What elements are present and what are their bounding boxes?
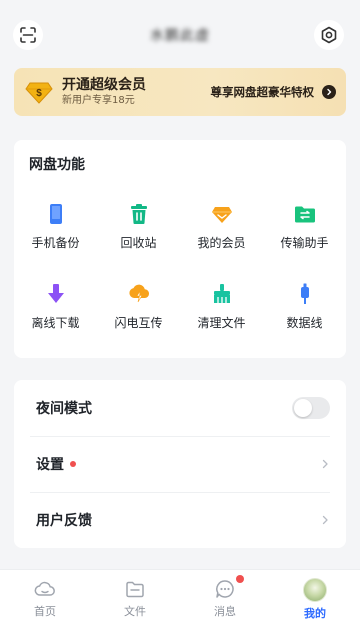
- chevron-right-icon: [322, 459, 328, 469]
- offline-download-icon: [47, 284, 64, 303]
- night-mode-row: 夜间模式: [14, 380, 346, 436]
- settings-gear-icon: [321, 26, 337, 44]
- feedback-label: 用户反馈: [36, 513, 92, 529]
- functions-title: 网盘功能: [29, 157, 85, 173]
- function-label: 手机备份: [31, 236, 80, 250]
- settings-label: 设置: [36, 457, 64, 473]
- svg-text:$: $: [36, 88, 42, 99]
- tab-files[interactable]: 文件: [90, 570, 180, 621]
- function-label: 我的会员: [197, 236, 246, 250]
- vip-title: 开通超级会员: [62, 77, 146, 93]
- night-mode-label: 夜间模式: [36, 401, 92, 417]
- night-mode-toggle[interactable]: [292, 397, 330, 419]
- vip-subtitle: 新用户专享18元: [62, 95, 135, 106]
- username[interactable]: 水鹏此虚: [0, 25, 360, 45]
- folder-icon: [126, 581, 144, 598]
- settings-row[interactable]: 设置: [14, 436, 346, 492]
- vip-privilege-text: 尊享网盘超豪华特权: [210, 85, 315, 99]
- toggle-knob: [294, 399, 312, 417]
- function-label: 传输助手: [280, 236, 329, 250]
- phone-backup-icon: [49, 204, 62, 224]
- vip-promo-banner[interactable]: $ 开通超级会员 新用户专享18元 尊享网盘超豪华特权: [14, 68, 346, 116]
- recycle-bin-icon: [130, 204, 147, 224]
- functions-card: 网盘功能 手机备份 回收站 我的会员 传输助手 离线下载 闪电互传 清理文件 数…: [14, 140, 346, 358]
- function-label: 离线下载: [31, 316, 80, 330]
- function-phone-backup[interactable]: 手机备份: [14, 202, 97, 282]
- lightning-cloud-icon: [128, 284, 149, 303]
- chevron-right-icon: [322, 515, 328, 525]
- tab-label: 我的: [304, 607, 326, 620]
- function-offline-download[interactable]: 离线下载: [14, 282, 97, 362]
- tab-label: 消息: [214, 605, 236, 618]
- functions-grid: 手机备份 回收站 我的会员 传输助手 离线下载 闪电互传 清理文件 数据线: [14, 202, 346, 362]
- transfer-folder-icon: [294, 206, 315, 223]
- chevron-right-icon: [322, 85, 336, 99]
- function-data-cable[interactable]: 数据线: [263, 282, 346, 362]
- function-clean-files[interactable]: 清理文件: [180, 282, 263, 362]
- tab-messages[interactable]: 消息: [180, 570, 270, 621]
- tab-label: 首页: [34, 605, 56, 618]
- function-label: 清理文件: [197, 316, 246, 330]
- function-my-vip[interactable]: 我的会员: [180, 202, 263, 282]
- settings-card: 夜间模式 设置 用户反馈: [14, 380, 346, 548]
- broom-icon: [213, 284, 230, 303]
- messages-badge-dot: [236, 575, 244, 583]
- settings-shortcut-button[interactable]: [314, 20, 344, 50]
- function-flash-transfer[interactable]: 闪电互传: [97, 282, 180, 362]
- function-label: 闪电互传: [114, 316, 163, 330]
- data-cable-icon: [300, 283, 309, 304]
- function-label: 数据线: [286, 316, 323, 330]
- tab-label: 文件: [124, 605, 146, 618]
- avatar: [303, 578, 327, 602]
- vip-diamond-icon: [211, 207, 232, 223]
- message-bubble-icon: [216, 580, 234, 598]
- tab-mine[interactable]: 我的: [270, 570, 360, 621]
- diamond-dollar-icon: $: [25, 82, 53, 104]
- function-label: 回收站: [120, 236, 157, 250]
- bottom-tab-bar: 首页 文件 消息 我的: [0, 569, 360, 621]
- feedback-row[interactable]: 用户反馈: [14, 492, 346, 548]
- settings-badge-dot: [70, 461, 76, 467]
- tab-home[interactable]: 首页: [0, 570, 90, 621]
- header: 水鹏此虚: [0, 0, 360, 68]
- function-transfer-helper[interactable]: 传输助手: [263, 202, 346, 282]
- home-cloud-icon: [34, 581, 55, 596]
- function-recycle-bin[interactable]: 回收站: [97, 202, 180, 282]
